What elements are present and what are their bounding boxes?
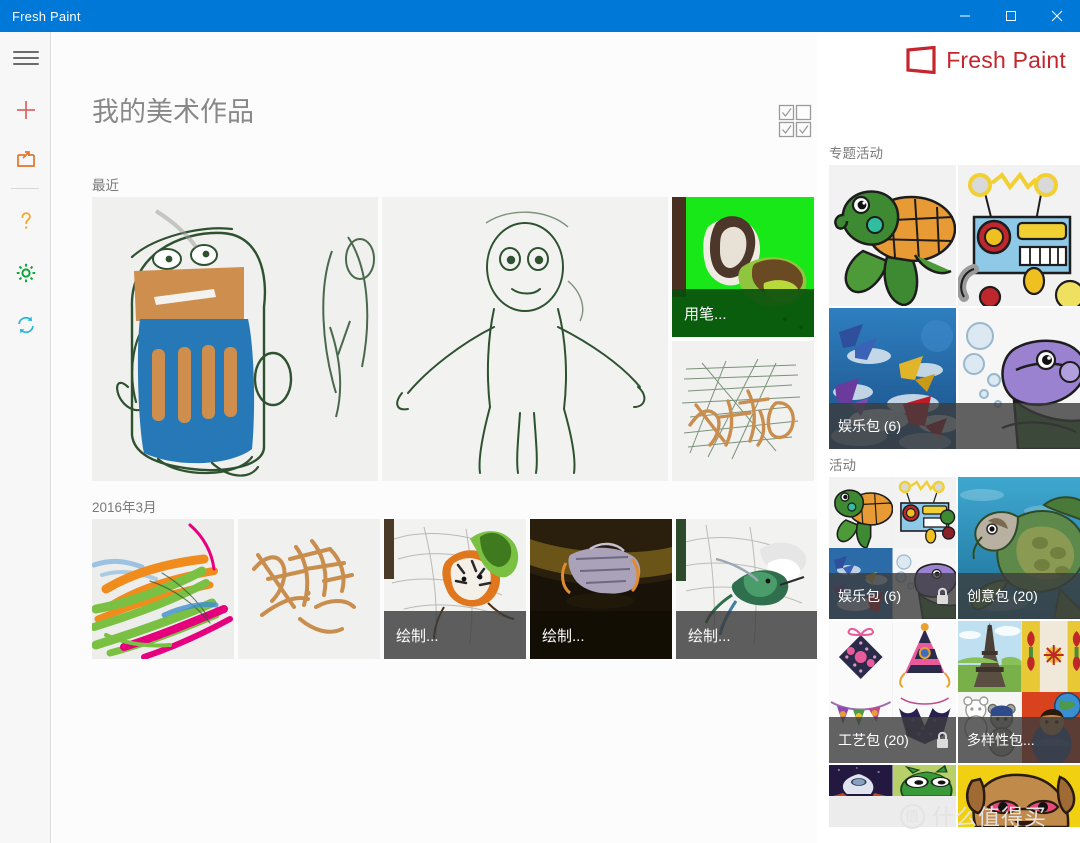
activity-pack[interactable] [829,765,956,827]
artwork-caption: 用笔... [672,289,814,337]
pack-caption: 娱乐包 (6) [829,573,956,619]
maximize-icon [1006,11,1016,21]
artwork-tile[interactable] [672,341,814,481]
close-button[interactable] [1034,0,1080,32]
section-label-activity: 活动 [829,458,856,473]
featured-pack[interactable]: 娱乐包 (6) [829,165,1080,449]
artwork-tile[interactable]: 绘制... [676,519,818,659]
right-panel: Fresh Paint 专题活动 娱乐包 (6) 活动 娱乐包 (6) 创意包 … [817,32,1080,843]
featured-thumbnail [829,165,956,306]
party-hat-art [892,621,956,692]
gear-icon [16,263,35,283]
pack-thumbnail [829,765,893,796]
pack-thumbnail [829,621,893,692]
brand-logo: Fresh Paint [905,46,1066,74]
pack-label: 娱乐包 (6) [838,588,901,604]
featured-pack-caption: 娱乐包 (6) [829,403,1080,449]
title-bar: Fresh Paint [0,0,1080,32]
main-content: 我的美术作品 最近 用笔... 2016年3月 绘制... 绘制... 绘制..… [52,32,818,843]
pack-label: 工艺包 (20) [838,732,909,748]
pack-thumbnail [1021,621,1080,692]
maximize-button[interactable] [988,0,1034,32]
pack-preview-grid [829,765,956,827]
sync-button[interactable] [0,299,51,351]
artwork-thumbnail [382,197,668,481]
new-artwork-button[interactable] [0,84,51,136]
left-rail [0,32,51,843]
select-mode-button[interactable] [778,104,812,138]
activity-pack[interactable]: 多样性包... [958,621,1080,763]
pack-thumbnail [892,621,956,692]
pack-thumbnail [892,477,956,548]
turtle-art [829,477,893,548]
open-icon [16,151,35,167]
night-rocket-art [829,765,893,796]
section-label-featured: 专题活动 [829,146,883,161]
recent-artwork-row: 用笔... [92,197,814,481]
pack-thumbnail [829,477,893,548]
activity-pack[interactable] [958,765,1080,827]
help-button[interactable] [0,195,51,247]
lock-icon [937,587,948,604]
close-icon [1051,10,1063,22]
turtle-art [829,165,956,306]
select-mode-icon [778,104,812,138]
artwork-thumbnail [92,519,234,659]
section-label-recent: 最近 [92,178,119,193]
artwork-thumbnail [92,197,378,481]
activity-pack[interactable]: 工艺包 (20) [829,621,956,763]
pack-label: 创意包 (20) [967,588,1038,604]
artwork-thumbnail [672,341,814,481]
window-title: Fresh Paint [12,8,81,24]
lock-icon [937,731,948,748]
activity-pack[interactable]: 娱乐包 (6) [829,477,956,619]
robot-art [958,165,1080,306]
menu-icon [12,47,39,69]
pack-label: 多样性包... [967,732,1035,748]
artwork-tile[interactable] [238,519,380,659]
fresh-paint-window: Fresh Paint 我的美术作品 最近 用笔... 2016年3月 绘制..… [0,0,1080,843]
page-title: 我的美术作品 [92,97,254,127]
month-artwork-row: 绘制... 绘制... 绘制... [92,519,818,659]
eiffel-tower-art [958,621,1022,692]
gift-kite-art [829,621,893,692]
new-icon [16,101,35,119]
folk-pattern-art [1021,621,1080,692]
artwork-tile[interactable]: 用笔... [672,197,814,337]
artwork-caption: 绘制... [384,611,526,659]
pack-caption: 多样性包... [958,717,1080,763]
featured-thumbnail [958,165,1080,306]
help-icon [21,212,31,229]
settings-button[interactable] [0,247,51,299]
pack-caption: 工艺包 (20) [829,717,956,763]
artwork-tile[interactable]: 绘制... [530,519,672,659]
open-artwork-button[interactable] [0,136,51,182]
recent-small-column: 用笔... [672,197,814,481]
robot-art [892,477,956,548]
activity-pack-grid: 娱乐包 (6) 创意包 (20) 工艺包 (20) 多样性包... [829,477,1080,827]
section-label-month: 2016年3月 [92,500,157,515]
menu-button[interactable] [0,32,51,84]
window-controls [942,0,1080,32]
minimize-button[interactable] [942,0,988,32]
pack-caption: 创意包 (20) [958,573,1080,619]
artwork-thumbnail [238,519,380,659]
minimize-icon [960,15,970,17]
artwork-caption: 绘制... [676,611,818,659]
artwork-tile[interactable] [92,197,378,481]
artwork-caption: 绘制... [530,611,672,659]
fresh-paint-logo-icon [906,46,936,74]
green-monster-art [892,765,956,796]
rail-divider [11,188,39,189]
artwork-tile[interactable]: 绘制... [384,519,526,659]
artwork-tile[interactable] [382,197,668,481]
pack-thumbnail [958,621,1022,692]
brand-text: Fresh Paint [946,46,1066,73]
dog-portrait-art [958,765,1080,827]
featured-pack-label: 娱乐包 (6) [838,418,901,434]
sync-icon [17,316,34,334]
artwork-tile[interactable] [92,519,234,659]
pack-thumbnail [892,765,956,796]
activity-pack[interactable]: 创意包 (20) [958,477,1080,619]
